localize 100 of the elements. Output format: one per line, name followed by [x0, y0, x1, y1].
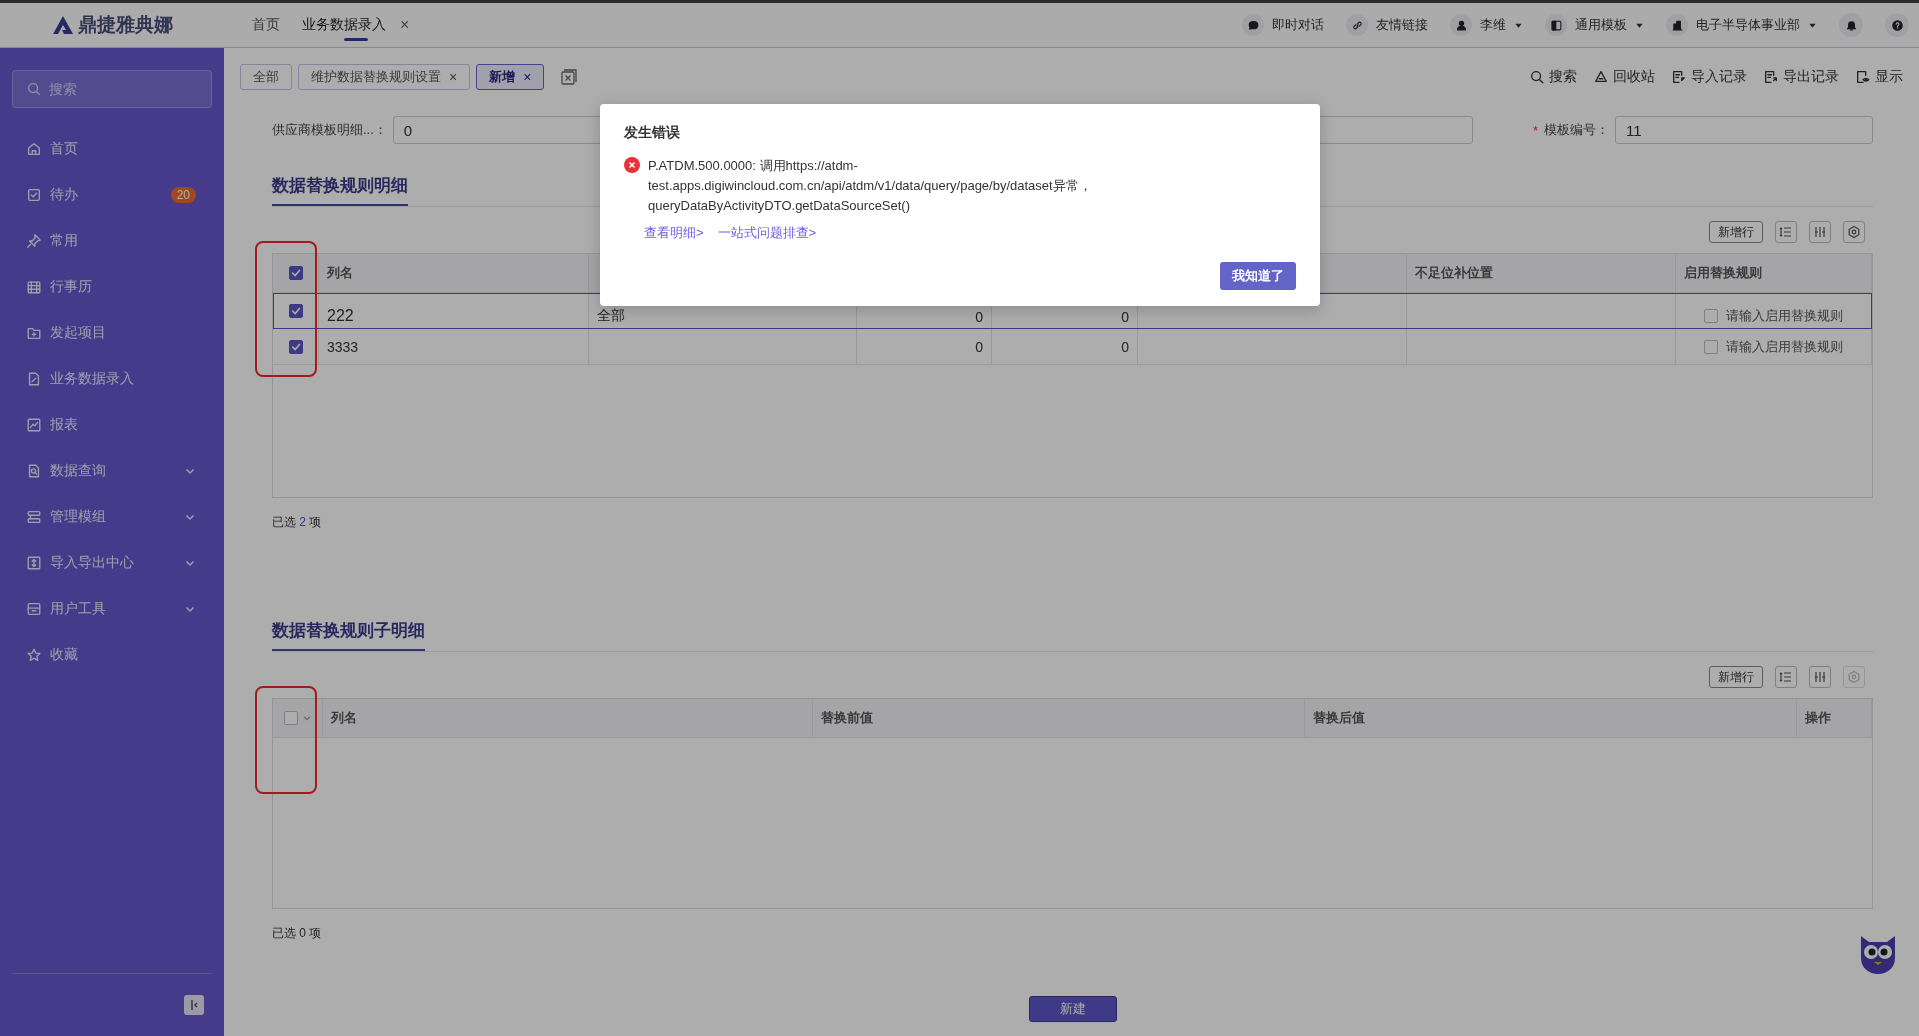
input-field[interactable]: 11: [1615, 116, 1873, 144]
header-menu-item[interactable]: 即时对话: [1242, 14, 1324, 36]
columns-button[interactable]: [1809, 666, 1831, 688]
header-menu-item[interactable]: 电子半导体事业部: [1666, 14, 1817, 36]
up-down-arrows-icon: [26, 555, 42, 571]
close-icon[interactable]: ×: [400, 16, 410, 34]
collapse-sidebar-button[interactable]: [184, 995, 204, 1015]
calendar-icon: [26, 279, 42, 295]
error-icon: [624, 157, 640, 173]
create-button[interactable]: 新建: [1028, 996, 1117, 1022]
required-mark: *: [1533, 122, 1539, 138]
sidebar-item[interactable]: 首页: [0, 126, 224, 172]
sidebar-item[interactable]: 行事历: [0, 264, 224, 310]
add-row-button[interactable]: 新增行: [1709, 221, 1763, 243]
row-height-icon: [1779, 225, 1793, 239]
help-icon: [1890, 18, 1904, 32]
page-tab[interactable]: 全部: [240, 64, 292, 90]
checkbox[interactable]: [283, 711, 298, 725]
dialog-link[interactable]: 查看明细>: [644, 224, 704, 242]
selection-count: 已选 0 项: [272, 925, 323, 942]
selection-count: 已选 2 项: [272, 514, 323, 531]
section-title: 数据替换规则明细: [272, 174, 408, 206]
toolbar-button[interactable]: 搜索: [1529, 68, 1577, 86]
add-row-button[interactable]: 新增行: [1709, 666, 1763, 688]
table-cell: 222: [319, 293, 589, 329]
checkbox[interactable]: [288, 303, 303, 318]
column-header: 启用替换规则: [1676, 254, 1872, 293]
logo-icon: [51, 15, 74, 35]
toolbar-button[interactable]: 导出记录: [1763, 68, 1839, 86]
settings-icon: [1847, 670, 1861, 684]
columns-icon: [1813, 670, 1827, 684]
checkbox[interactable]: [1704, 339, 1718, 354]
sidebar-item[interactable]: 管理模组: [0, 494, 224, 540]
columns-button[interactable]: [1809, 221, 1831, 243]
page-tab[interactable]: 维护数据替换规则设置 ×: [298, 64, 471, 90]
column-header: 列名: [323, 699, 813, 738]
checkbox-label: 请输入启用替换规则: [1726, 337, 1843, 356]
document-eye-icon: [1855, 69, 1871, 85]
close-icon[interactable]: ×: [523, 69, 532, 85]
dialog-title: 发生错误: [624, 124, 681, 142]
section-title: 数据替换规则子明细: [272, 619, 425, 651]
column-header: 不足位补位置: [1407, 254, 1676, 293]
settings-button[interactable]: [1843, 221, 1865, 243]
sidebar-item[interactable]: 常用: [0, 218, 224, 264]
panel-icon: [1549, 18, 1563, 32]
checkbox[interactable]: [288, 266, 303, 280]
sidebar-item[interactable]: 收藏: [0, 632, 224, 678]
document-search-icon: [26, 463, 42, 479]
sidebar-item[interactable]: 报表: [0, 402, 224, 448]
table-cell: 3333: [319, 329, 589, 365]
folder-plus-icon: [26, 325, 42, 341]
header-menu-item[interactable]: 李维: [1450, 14, 1523, 36]
page-tab[interactable]: 新增 ×: [476, 64, 545, 90]
column-header: 操作: [1797, 699, 1872, 738]
nav-tab[interactable]: 首页: [252, 3, 280, 47]
document-arrow-icon: [1671, 69, 1687, 85]
user-icon: [1454, 18, 1468, 32]
toolbar-button[interactable]: 导入记录: [1671, 68, 1747, 86]
tray-icon: [26, 601, 42, 617]
sidebar-item[interactable]: 数据查询: [0, 448, 224, 494]
chat-bubble-icon: [1246, 18, 1260, 32]
column-header: 替换后值: [1305, 699, 1797, 738]
checkbox[interactable]: [1704, 309, 1718, 323]
toolbar-button[interactable]: 回收站: [1593, 68, 1655, 86]
checkbox-label: 请输入启用替换规则: [1726, 307, 1843, 325]
table-cell: 0: [992, 329, 1138, 365]
column-header: 列名: [319, 254, 589, 293]
star-icon: [26, 647, 42, 663]
table-cell: 0: [857, 329, 992, 365]
search-icon: [26, 81, 42, 97]
columns-icon: [1813, 225, 1827, 239]
building-icon: [1670, 18, 1684, 32]
checkbox[interactable]: [288, 339, 303, 354]
sidebar-item[interactable]: 发起项目: [0, 310, 224, 356]
line-chart-icon: [26, 417, 42, 433]
count-badge: 20: [170, 187, 196, 203]
row-height-icon: [1779, 670, 1793, 684]
sidebar-item[interactable]: 导入导出中心: [0, 540, 224, 586]
header-menu-item[interactable]: 友情链接: [1346, 14, 1428, 36]
sidebar-item[interactable]: 业务数据录入: [0, 356, 224, 402]
row-height-button[interactable]: [1775, 666, 1797, 688]
pin-icon: [26, 233, 42, 249]
header-menu-item[interactable]: 通用模板: [1545, 14, 1644, 36]
nav-tab[interactable]: 业务数据录入 ×: [302, 3, 410, 47]
toolbar-button[interactable]: 显示: [1855, 68, 1903, 86]
confirm-button[interactable]: 我知道了: [1220, 262, 1296, 290]
triangle-icon: [1593, 69, 1609, 85]
stacked-bars-icon: [26, 509, 42, 525]
close-icon[interactable]: ×: [449, 69, 458, 85]
row-height-button[interactable]: [1775, 221, 1797, 243]
dialog-link[interactable]: 一站式问题排查>: [717, 224, 817, 242]
error-message: P.ATDM.500.0000: 调用https://atdm-test.apps.digiwincloud.com.cn/api/atdm/v1/data/query/page/by/dataset异常，queryDataByActivityDTO.getDataSourceSet(): [648, 157, 1093, 215]
checked-square-icon: [26, 187, 42, 203]
sidebar-item[interactable]: 用户工具: [0, 586, 224, 632]
field-label: 供应商模板明细...：: [272, 121, 387, 139]
bell-icon: [1844, 18, 1858, 32]
link-icon: [1350, 18, 1364, 32]
sidebar-item[interactable]: 待办 20: [0, 172, 224, 218]
close-all-tabs-icon[interactable]: [560, 68, 579, 86]
document-icon: [26, 371, 42, 387]
